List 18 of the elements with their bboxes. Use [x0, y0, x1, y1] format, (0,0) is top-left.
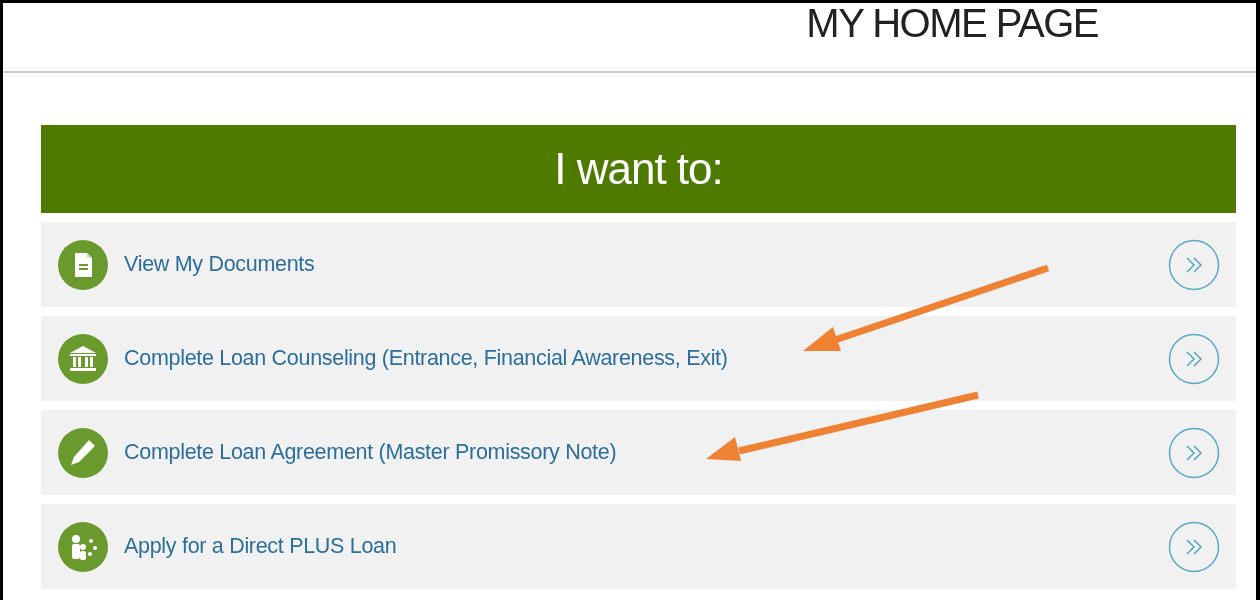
chevron-circle-icon[interactable] [1168, 520, 1220, 573]
family-icon [58, 521, 108, 572]
menu-link[interactable]: Complete Loan Agreement (Master Promissory Note) [124, 436, 1152, 469]
menu-row[interactable]: Apply for a Direct PLUS Loan [41, 504, 1236, 589]
chevron-circle-icon[interactable] [1168, 332, 1220, 385]
chevron-circle-icon[interactable] [1168, 426, 1220, 479]
chevron-circle-icon[interactable] [1168, 238, 1220, 291]
document-icon [58, 239, 108, 290]
menu-row[interactable]: View My Documents [41, 222, 1236, 307]
page-title: MY HOME PAGE [806, 3, 1099, 47]
menu-row[interactable]: Complete Loan Agreement (Master Promissory Note) [41, 410, 1236, 495]
menu-row[interactable]: Complete Loan Counseling (Entrance, Financial Awareness, Exit) [41, 316, 1236, 401]
pencil-icon [58, 427, 108, 478]
menu-link[interactable]: Complete Loan Counseling (Entrance, Financial Awareness, Exit) [124, 342, 1152, 375]
panel-header: I want to: [41, 125, 1236, 213]
menu-link[interactable]: View My Documents [124, 248, 1152, 281]
bank-icon [58, 333, 108, 384]
menu-link[interactable]: Apply for a Direct PLUS Loan [124, 530, 1152, 563]
